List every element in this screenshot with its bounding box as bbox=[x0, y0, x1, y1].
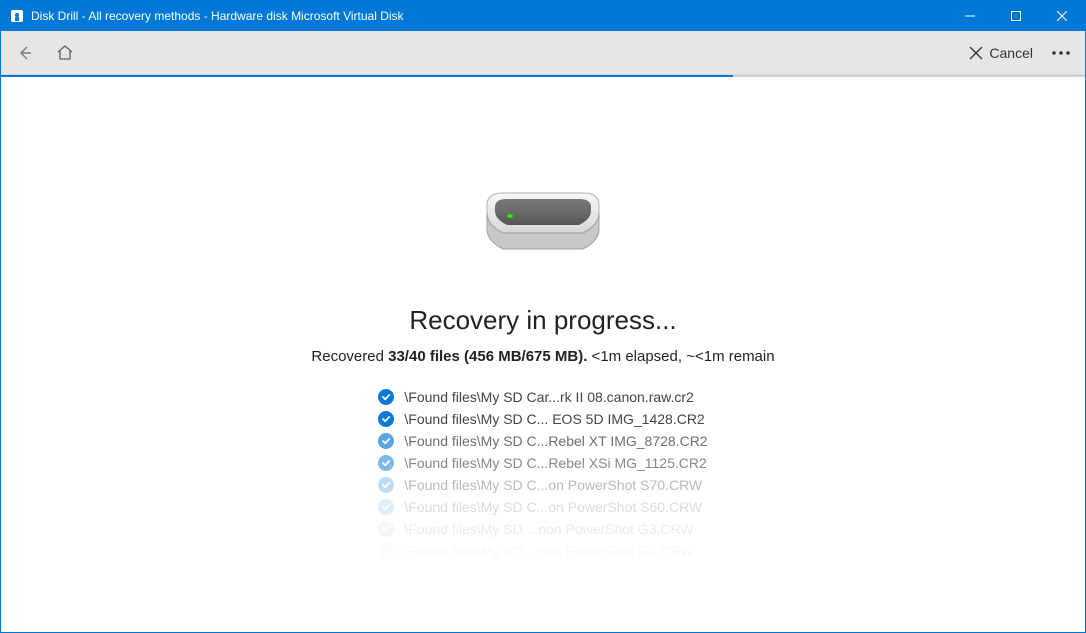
file-row: \Found files\My SD Car...rk II 08.canon.… bbox=[378, 389, 693, 405]
check-icon bbox=[378, 433, 394, 449]
cancel-label: Cancel bbox=[989, 45, 1033, 61]
file-row: \Found files\My SD C...on PowerShot S60.… bbox=[378, 499, 702, 515]
arrow-left-icon bbox=[16, 44, 34, 62]
back-button[interactable] bbox=[5, 33, 45, 73]
file-row: \Found files\My SD ...non PowerShot G3.C… bbox=[378, 521, 693, 537]
check-icon bbox=[378, 477, 394, 493]
titlebar[interactable]: Disk Drill - All recovery methods - Hard… bbox=[1, 1, 1085, 31]
file-path: \Found files\My SD ...non PowerShot G5.C… bbox=[404, 543, 693, 559]
app-icon bbox=[9, 8, 25, 24]
file-path: \Found files\My SD C... EOS 5D IMG_1428.… bbox=[404, 411, 704, 427]
maximize-button[interactable] bbox=[993, 1, 1039, 31]
file-path: \Found files\My SD ...non PowerShot G3.C… bbox=[404, 521, 693, 537]
file-row: \Found files\My SD C...Rebel XT IMG_8728… bbox=[378, 433, 707, 449]
minimize-button[interactable] bbox=[947, 1, 993, 31]
file-path: \Found files\My SD C...Rebel XSi MG_1125… bbox=[404, 455, 706, 471]
status-prefix: Recovered bbox=[311, 348, 388, 365]
check-icon bbox=[378, 521, 394, 537]
content-area: Recovery in progress... Recovered 33/40 … bbox=[1, 77, 1085, 632]
file-list: \Found files\My SD Car...rk II 08.canon.… bbox=[378, 389, 707, 559]
close-icon bbox=[969, 46, 983, 60]
check-icon bbox=[378, 455, 394, 471]
window-title: Disk Drill - All recovery methods - Hard… bbox=[31, 9, 404, 23]
close-window-button[interactable] bbox=[1039, 1, 1085, 31]
check-icon bbox=[378, 499, 394, 515]
file-path: \Found files\My SD C...Rebel XT IMG_8728… bbox=[404, 433, 707, 449]
file-row: \Found files\My SD ...non PowerShot G5.C… bbox=[378, 543, 693, 559]
check-icon bbox=[378, 411, 394, 427]
file-path: \Found files\My SD C...on PowerShot S70.… bbox=[404, 477, 702, 493]
home-button[interactable] bbox=[45, 33, 85, 73]
status-line: Recovered 33/40 files (456 MB/675 MB). <… bbox=[311, 348, 774, 365]
check-icon bbox=[378, 389, 394, 405]
status-counts: 33/40 files (456 MB/675 MB). bbox=[388, 348, 587, 365]
file-row: \Found files\My SD C...Rebel XSi MG_1125… bbox=[378, 455, 706, 471]
file-path: \Found files\My SD C...on PowerShot S60.… bbox=[404, 499, 702, 515]
drive-icon bbox=[463, 165, 623, 275]
file-row: \Found files\My SD C...on PowerShot S70.… bbox=[378, 477, 702, 493]
file-row: \Found files\My SD C... EOS 5D IMG_1428.… bbox=[378, 411, 704, 427]
ellipsis-icon bbox=[1052, 51, 1070, 55]
file-path: \Found files\My SD Car...rk II 08.canon.… bbox=[404, 389, 693, 405]
page-title: Recovery in progress... bbox=[409, 305, 676, 336]
app-window: Disk Drill - All recovery methods - Hard… bbox=[0, 0, 1086, 633]
window-controls bbox=[947, 1, 1085, 31]
more-button[interactable] bbox=[1041, 33, 1081, 73]
toolbar: Cancel bbox=[1, 31, 1085, 75]
status-time: <1m elapsed, ~<1m remain bbox=[587, 348, 774, 365]
check-icon bbox=[378, 543, 394, 559]
home-icon bbox=[56, 44, 74, 62]
cancel-button[interactable]: Cancel bbox=[961, 45, 1041, 61]
